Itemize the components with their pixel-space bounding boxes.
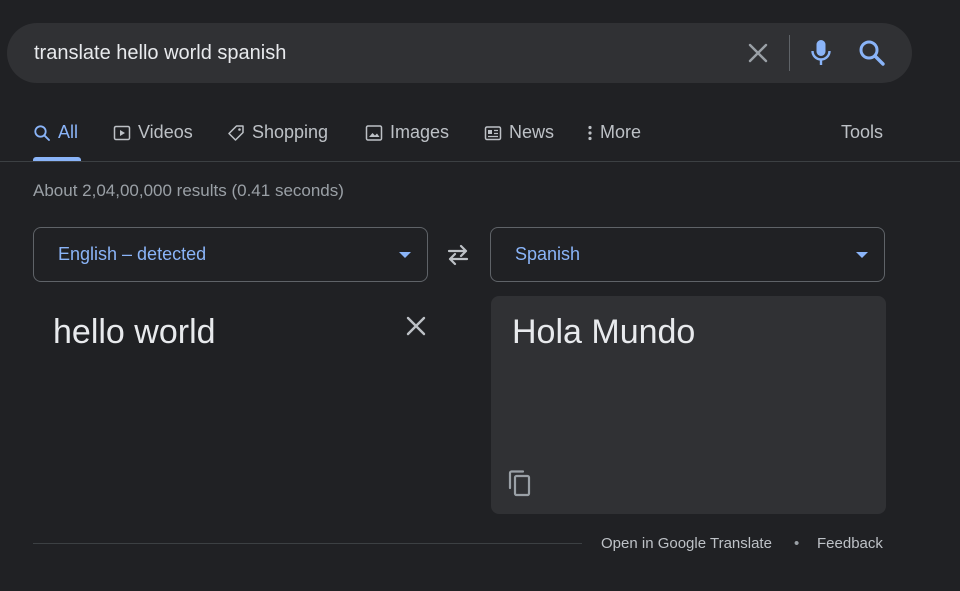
tab-all[interactable]: All [33, 120, 78, 160]
caret-down-icon [399, 251, 411, 258]
tag-icon [228, 125, 244, 141]
copy-translation-button[interactable] [506, 468, 534, 498]
translated-text: Hola Mundo [512, 313, 696, 351]
source-language-select[interactable]: English – detected [33, 227, 428, 282]
search-icon [34, 125, 50, 141]
swap-languages-button[interactable] [444, 243, 472, 267]
tools-button[interactable]: Tools [841, 120, 883, 160]
caret-down-icon [856, 251, 868, 258]
news-icon [484, 126, 502, 141]
result-stats: About 2,04,00,000 results (0.41 seconds) [33, 181, 344, 200]
tab-shopping[interactable]: Shopping [227, 120, 328, 160]
tab-news[interactable]: News [484, 120, 554, 160]
footer-divider [33, 543, 582, 544]
clear-search-button[interactable] [744, 39, 772, 67]
tab-label: All [58, 122, 79, 142]
tab-videos[interactable]: Videos [113, 120, 193, 160]
microphone-icon [811, 40, 831, 65]
tab-label: Shopping [252, 122, 329, 142]
more-vert-icon [588, 125, 592, 141]
source-text-input[interactable]: hello world [53, 312, 216, 352]
tab-more[interactable]: More [584, 120, 641, 160]
tab-images[interactable]: Images [365, 120, 449, 160]
tab-label: Images [390, 122, 450, 142]
search-icon [859, 40, 885, 66]
clear-source-button[interactable] [403, 313, 429, 339]
close-icon [748, 43, 768, 63]
image-icon [365, 125, 383, 141]
tab-label: Videos [138, 122, 193, 142]
target-language-select[interactable]: Spanish [490, 227, 885, 282]
video-icon [113, 125, 131, 141]
tabs-divider [0, 161, 960, 162]
open-in-google-translate-link[interactable]: Open in Google Translate [601, 534, 772, 554]
target-language-label: Spanish [515, 244, 581, 264]
source-language-label: English – detected [58, 244, 207, 264]
close-icon [406, 316, 426, 336]
tab-label: News [509, 122, 555, 142]
footer-separator: • [794, 535, 800, 552]
search-button[interactable] [857, 38, 887, 68]
swap-icon [447, 244, 469, 266]
feedback-link[interactable]: Feedback [817, 534, 883, 554]
search-input[interactable]: translate hello world spanish [34, 40, 286, 66]
voice-search-button[interactable] [808, 37, 834, 69]
tab-label: Tools [841, 122, 884, 142]
tab-label: More [600, 122, 642, 142]
copy-icon [508, 470, 531, 497]
search-bar-divider [789, 35, 790, 71]
